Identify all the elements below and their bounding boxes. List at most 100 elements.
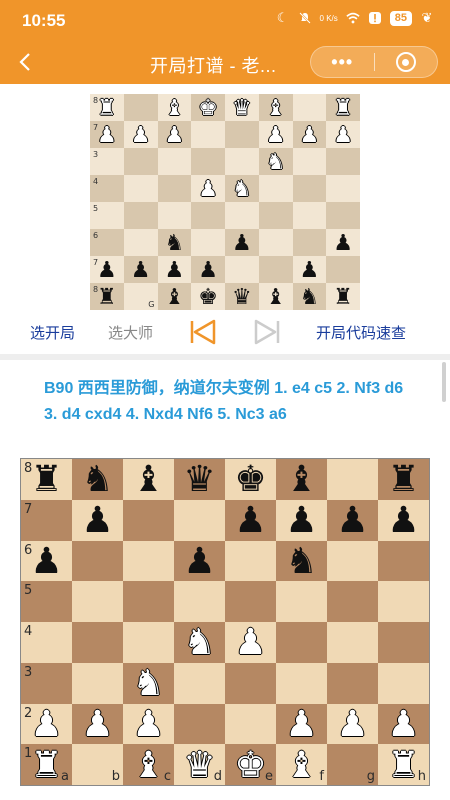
white-pawn-icon[interactable]: ♟ <box>30 705 62 742</box>
square-e3[interactable] <box>225 662 276 704</box>
square-b1[interactable]: b <box>72 744 123 785</box>
prev-move-button[interactable] <box>188 318 218 346</box>
square-f7[interactable]: ♟ <box>258 121 293 148</box>
square-e3[interactable]: ♟ <box>225 229 259 256</box>
black-knight-icon[interactable]: ♞ <box>285 542 317 579</box>
black-knight-icon[interactable]: ♞ <box>300 285 320 308</box>
back-button[interactable] <box>14 48 38 76</box>
square-e4[interactable] <box>225 202 259 229</box>
square-f6[interactable]: ♞ <box>258 148 293 175</box>
black-pawn-icon[interactable]: ♟ <box>30 542 62 579</box>
white-knight-icon[interactable]: ♞ <box>132 665 164 701</box>
square-a7[interactable]: 7 <box>21 499 72 541</box>
square-d7[interactable] <box>174 499 225 541</box>
square-a6[interactable]: 3 <box>90 148 124 175</box>
black-pawn-icon[interactable]: ♟ <box>183 542 215 579</box>
square-f1[interactable]: ♝ <box>258 283 293 310</box>
square-a5[interactable]: 4 <box>90 175 124 202</box>
next-move-button[interactable] <box>252 318 282 346</box>
square-a3[interactable]: 3 <box>21 662 72 704</box>
square-g1[interactable]: ♞ <box>292 283 327 310</box>
white-queen-icon[interactable]: ♛ <box>183 746 215 783</box>
square-a5[interactable]: 5 <box>21 581 72 622</box>
square-h4[interactable] <box>378 622 429 663</box>
square-f2[interactable]: ♟ <box>276 703 327 745</box>
white-queen-icon[interactable]: ♛ <box>232 96 252 119</box>
black-king-icon[interactable]: ♚ <box>234 461 266 497</box>
square-d7[interactable] <box>191 121 225 148</box>
square-g6[interactable] <box>292 148 327 175</box>
square-d2[interactable] <box>174 703 225 745</box>
square-c7[interactable] <box>123 499 174 541</box>
white-pawn-icon[interactable]: ♟ <box>234 624 266 660</box>
square-f4[interactable] <box>258 202 293 229</box>
square-a2[interactable]: 2 ♟ <box>21 703 72 745</box>
white-pawn-icon[interactable]: ♟ <box>300 123 320 146</box>
square-a4[interactable]: 5 <box>90 202 124 229</box>
square-e1[interactable]: ♛ <box>225 283 259 310</box>
black-pawn-icon[interactable]: ♟ <box>285 502 317 538</box>
square-c4[interactable] <box>157 202 192 229</box>
square-c8[interactable]: ♝ <box>123 459 174 500</box>
square-c3[interactable]: ♞ <box>123 662 174 704</box>
square-f5[interactable] <box>258 175 293 202</box>
square-a2[interactable]: 7 ♟ <box>90 256 124 283</box>
square-f6[interactable]: ♞ <box>276 540 327 582</box>
white-king-icon[interactable]: ♚ <box>198 96 218 119</box>
square-g5[interactable] <box>327 581 378 622</box>
black-pawn-icon[interactable]: ♟ <box>81 502 113 538</box>
square-d1[interactable]: d ♛ <box>174 744 225 785</box>
square-c5[interactable] <box>123 581 174 622</box>
white-king-icon[interactable]: ♚ <box>234 746 266 783</box>
square-g5[interactable] <box>292 175 327 202</box>
square-g4[interactable] <box>292 202 327 229</box>
black-rook-icon[interactable]: ♜ <box>333 285 353 308</box>
square-e7[interactable] <box>225 121 259 148</box>
square-a3[interactable]: 6 <box>90 229 124 256</box>
black-pawn-icon[interactable]: ♟ <box>232 231 252 254</box>
square-c8[interactable]: ♝ <box>157 94 192 121</box>
square-h6[interactable] <box>326 148 360 175</box>
select-opening-button[interactable]: 选开局 <box>30 322 75 343</box>
square-e6[interactable] <box>225 540 276 582</box>
square-h5[interactable] <box>378 581 429 622</box>
black-knight-icon[interactable]: ♞ <box>81 461 113 497</box>
square-a1[interactable]: 1 a ♜ <box>21 744 72 785</box>
square-g4[interactable] <box>327 622 378 663</box>
white-bishop-icon[interactable]: ♝ <box>132 746 164 783</box>
square-f4[interactable] <box>276 622 327 663</box>
square-e5[interactable]: ♞ <box>225 175 259 202</box>
white-pawn-icon[interactable]: ♟ <box>333 123 353 146</box>
black-pawn-icon[interactable]: ♟ <box>234 502 266 538</box>
square-b1[interactable]: G <box>123 283 158 310</box>
black-pawn-icon[interactable]: ♟ <box>387 502 419 538</box>
square-e8[interactable]: ♛ <box>225 94 259 121</box>
square-e4[interactable]: ♟ <box>225 622 276 663</box>
black-pawn-icon[interactable]: ♟ <box>165 258 185 281</box>
main-chess-board[interactable]: 8 ♜ ♞ ♝ ♛ ♚ ♝ ♜ 7 ♟ ♟ ♟ ♟ ♟ 6 ♟ ♟ ♞ 5 4 ♞ ♟ 3 ♞ 2 ♟ ♟ ♟ ♟ ♟ ♟ 1 a ♜ b c ♝ d ♛ e… <box>20 458 430 786</box>
square-f1[interactable]: f ♝ <box>276 744 327 785</box>
square-h5[interactable] <box>326 175 360 202</box>
white-pawn-icon[interactable]: ♟ <box>285 705 317 742</box>
square-f7[interactable]: ♟ <box>276 499 327 541</box>
square-c4[interactable] <box>123 622 174 663</box>
square-c1[interactable]: ♝ <box>157 283 192 310</box>
square-d3[interactable] <box>191 229 225 256</box>
square-d8[interactable]: ♚ <box>191 94 225 121</box>
black-bishop-icon[interactable]: ♝ <box>266 285 286 308</box>
square-c6[interactable] <box>157 148 192 175</box>
black-pawn-icon[interactable]: ♟ <box>336 502 368 538</box>
black-rook-icon[interactable]: ♜ <box>97 285 117 308</box>
square-b5[interactable] <box>72 581 123 622</box>
square-f8[interactable]: ♝ <box>276 459 327 500</box>
white-pawn-icon[interactable]: ♟ <box>165 123 185 146</box>
square-g7[interactable]: ♟ <box>327 499 378 541</box>
square-h3[interactable] <box>378 662 429 704</box>
white-pawn-icon[interactable]: ♟ <box>336 705 368 742</box>
square-f3[interactable] <box>276 662 327 704</box>
square-b7[interactable]: ♟ <box>72 499 123 541</box>
square-g2[interactable]: ♟ <box>292 256 327 283</box>
square-d8[interactable]: ♛ <box>174 459 225 500</box>
black-queen-icon[interactable]: ♛ <box>183 461 215 497</box>
square-g7[interactable]: ♟ <box>292 121 327 148</box>
